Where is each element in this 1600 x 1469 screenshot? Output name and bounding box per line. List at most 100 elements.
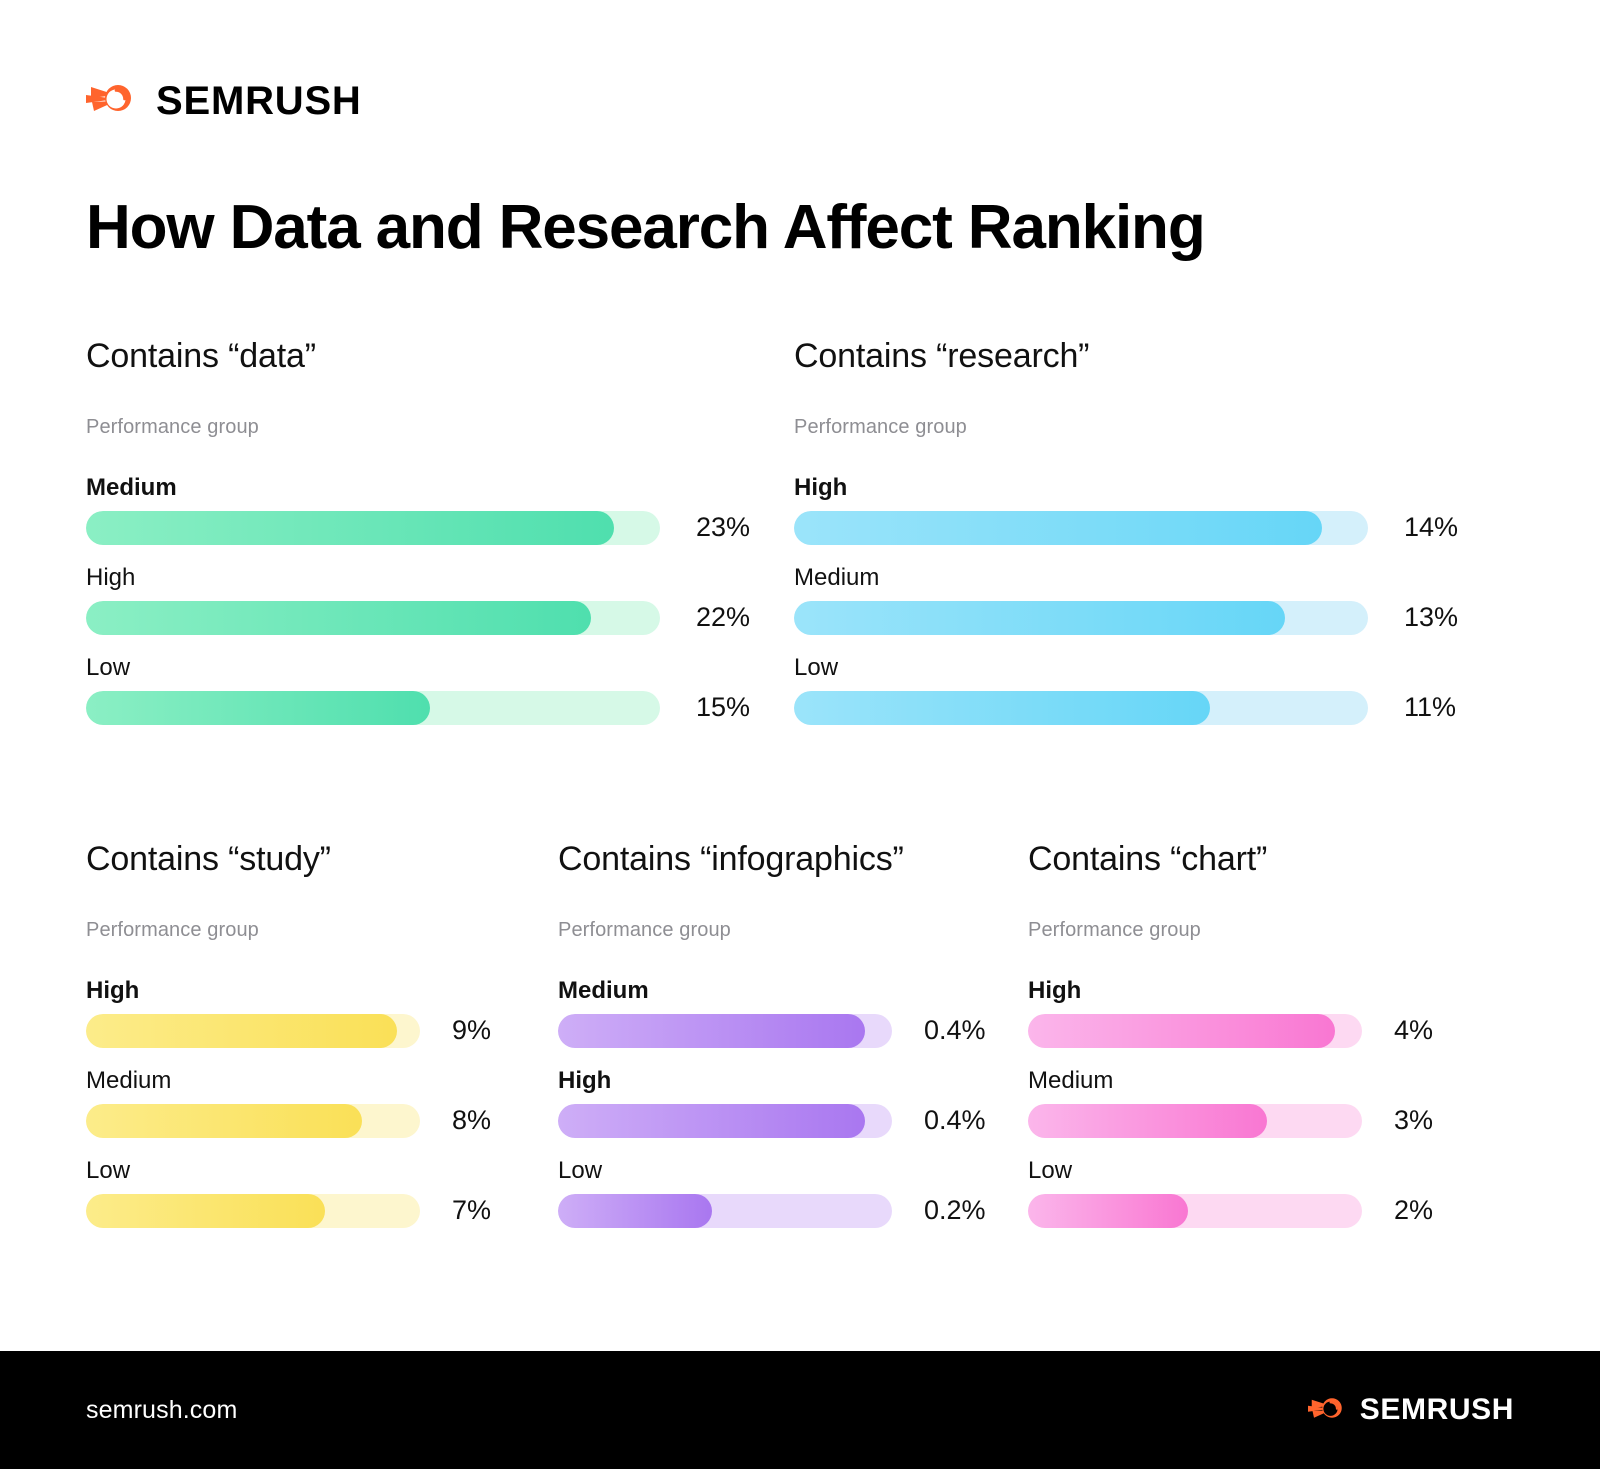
- footer-website-url[interactable]: semrush.com: [86, 1396, 237, 1425]
- bar-rows: Medium 0.4% High 0.4% Low 0.2%: [558, 976, 986, 1228]
- chart-subtitle: Performance group: [558, 918, 731, 941]
- bar-category-label: Low: [794, 653, 839, 681]
- bar-row: High 22%: [86, 563, 750, 635]
- footer-bar: semrush.com SEMRUSH: [0, 1351, 1600, 1469]
- bar-track: [558, 1193, 892, 1228]
- bar-line: 4%: [1028, 1013, 1434, 1048]
- bar-category-label: Low: [558, 1156, 603, 1184]
- chart-subtitle: Performance group: [794, 415, 967, 438]
- bar-category-label: Medium: [86, 473, 177, 501]
- bar-rows: High 4% Medium 3% Low 2%: [1028, 976, 1433, 1228]
- bar-value-label: 22%: [696, 602, 751, 633]
- bar-fill: [558, 1103, 866, 1138]
- bar-value-label: 3%: [1394, 1105, 1434, 1136]
- bar-track: [794, 510, 1368, 545]
- bar-line: 2%: [1028, 1193, 1434, 1228]
- bar-row: Medium 3%: [1028, 1066, 1433, 1138]
- chart-subtitle: Performance group: [1028, 918, 1201, 941]
- bar-value-label: 23%: [696, 512, 751, 543]
- bar-fill: [86, 600, 592, 635]
- bar-row: High 14%: [794, 473, 1458, 545]
- bar-value-label: 4%: [1394, 1015, 1434, 1046]
- bar-line: 13%: [794, 600, 1459, 635]
- bar-track: [86, 510, 660, 545]
- bar-row: Low 7%: [86, 1156, 491, 1228]
- bar-row: Medium 13%: [794, 563, 1458, 635]
- bar-rows: High 9% Medium 8% Low 7%: [86, 976, 491, 1228]
- bar-line: 11%: [794, 690, 1458, 725]
- semrush-logo-header: SEMRUSH: [86, 78, 362, 123]
- bar-fill: [794, 510, 1323, 545]
- bar-line: 3%: [1028, 1103, 1434, 1138]
- chart-subtitle: Performance group: [86, 415, 259, 438]
- chart-title: Contains “infographics”: [558, 840, 904, 878]
- bar-fill: [1028, 1193, 1189, 1228]
- bar-row: High 4%: [1028, 976, 1433, 1048]
- bar-row: Low 15%: [86, 653, 750, 725]
- bar-track: [86, 690, 660, 725]
- bar-value-label: 9%: [452, 1015, 492, 1046]
- bar-category-label: Medium: [558, 976, 649, 1004]
- chart-panel-chart: Contains “chart” Performance group High …: [1028, 839, 1433, 1228]
- bar-category-label: High: [86, 976, 140, 1004]
- chart-title: Contains “research”: [794, 337, 1090, 375]
- bar-line: 7%: [86, 1193, 492, 1228]
- bar-fill: [558, 1013, 866, 1048]
- bar-fill: [794, 600, 1285, 635]
- bar-row: Low 2%: [1028, 1156, 1433, 1228]
- bar-track: [86, 1103, 420, 1138]
- bar-category-label: Low: [1028, 1156, 1073, 1184]
- bar-category-label: High: [86, 563, 136, 591]
- chart-panel-research: Contains “research” Performance group Hi…: [794, 336, 1458, 725]
- chart-subtitle: Performance group: [86, 918, 259, 941]
- chart-panel-infographics: Contains “infographics” Performance grou…: [558, 839, 986, 1228]
- bar-fill: [86, 690, 431, 725]
- bar-category-label: Medium: [794, 563, 880, 591]
- bar-value-label: 15%: [696, 692, 751, 723]
- bar-fill: [86, 1013, 397, 1048]
- bar-fill: [1028, 1103, 1267, 1138]
- bar-fill: [86, 1193, 325, 1228]
- bar-track: [558, 1013, 892, 1048]
- bar-value-label: 0.4%: [924, 1015, 986, 1046]
- bar-track: [794, 690, 1368, 725]
- chart-panel-data: Contains “data” Performance group Medium…: [86, 336, 750, 725]
- bar-row: Medium 23%: [86, 473, 750, 545]
- bar-category-label: Low: [86, 1156, 131, 1184]
- bar-category-label: Low: [86, 653, 131, 681]
- chart-panel-study: Contains “study” Performance group High …: [86, 839, 491, 1228]
- bar-line: 9%: [86, 1013, 492, 1048]
- bar-track: [1028, 1103, 1362, 1138]
- brand-wordmark: SEMRUSH: [156, 78, 362, 123]
- bar-line: 22%: [86, 600, 751, 635]
- bar-line: 0.4%: [558, 1013, 986, 1048]
- bar-fill: [558, 1193, 712, 1228]
- bar-track: [1028, 1013, 1362, 1048]
- bar-track: [86, 1193, 420, 1228]
- bar-track: [794, 600, 1368, 635]
- bar-category-label: Medium: [86, 1066, 172, 1094]
- bar-track: [558, 1103, 892, 1138]
- chart-title: Contains “study”: [86, 840, 331, 878]
- bar-line: 23%: [86, 510, 751, 545]
- bar-row: Medium 0.4%: [558, 976, 986, 1048]
- bar-value-label: 0.4%: [924, 1105, 986, 1136]
- bar-value-label: 13%: [1404, 602, 1459, 633]
- bar-category-label: High: [1028, 976, 1082, 1004]
- bar-row: High 0.4%: [558, 1066, 986, 1138]
- bar-fill: [86, 510, 615, 545]
- bar-line: 0.4%: [558, 1103, 986, 1138]
- chart-title: Contains “data”: [86, 337, 316, 375]
- bar-row: Low 0.2%: [558, 1156, 986, 1228]
- bar-value-label: 2%: [1394, 1195, 1434, 1226]
- bar-rows: Medium 23% High 22% Low 15%: [86, 473, 750, 725]
- bar-row: High 9%: [86, 976, 491, 1048]
- bar-track: [86, 1013, 420, 1048]
- bar-rows: High 14% Medium 13% Low 11%: [794, 473, 1458, 725]
- bar-value-label: 7%: [452, 1195, 492, 1226]
- bar-value-label: 14%: [1404, 512, 1459, 543]
- bar-fill: [1028, 1013, 1336, 1048]
- bar-line: 0.2%: [558, 1193, 986, 1228]
- bar-track: [1028, 1193, 1362, 1228]
- bar-line: 14%: [794, 510, 1459, 545]
